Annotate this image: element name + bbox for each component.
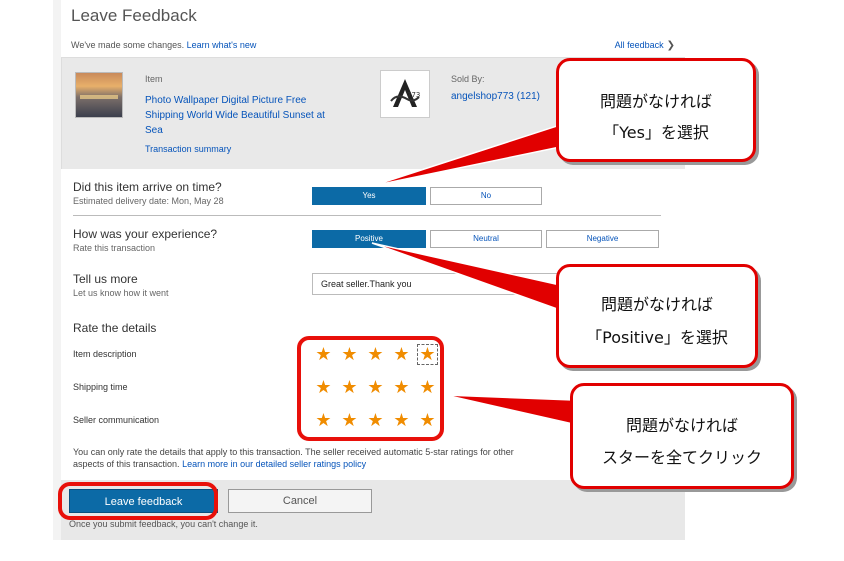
- yes-callout-line2: 「Yes」を選択: [603, 123, 709, 142]
- arrow-to-stars: [444, 394, 574, 425]
- positive-callout: 問題がなければ 「Positive」を選択: [556, 264, 758, 368]
- yes-callout: 問題がなければ 「Yes」を選択: [556, 58, 756, 162]
- arrow-to-positive: [371, 242, 561, 312]
- stars-callout-line2: スターを全てクリック: [601, 448, 762, 467]
- stars-callout: 問題がなければ スターを全てクリック: [570, 383, 794, 489]
- stars-callout-line1: 問題がなければ: [625, 416, 738, 435]
- positive-callout-line2: 「Positive」を選択: [586, 328, 728, 347]
- arrow-to-yes: [371, 123, 561, 187]
- positive-callout-line1: 問題がなければ: [600, 295, 713, 314]
- yes-callout-line1: 問題がなければ: [599, 92, 712, 111]
